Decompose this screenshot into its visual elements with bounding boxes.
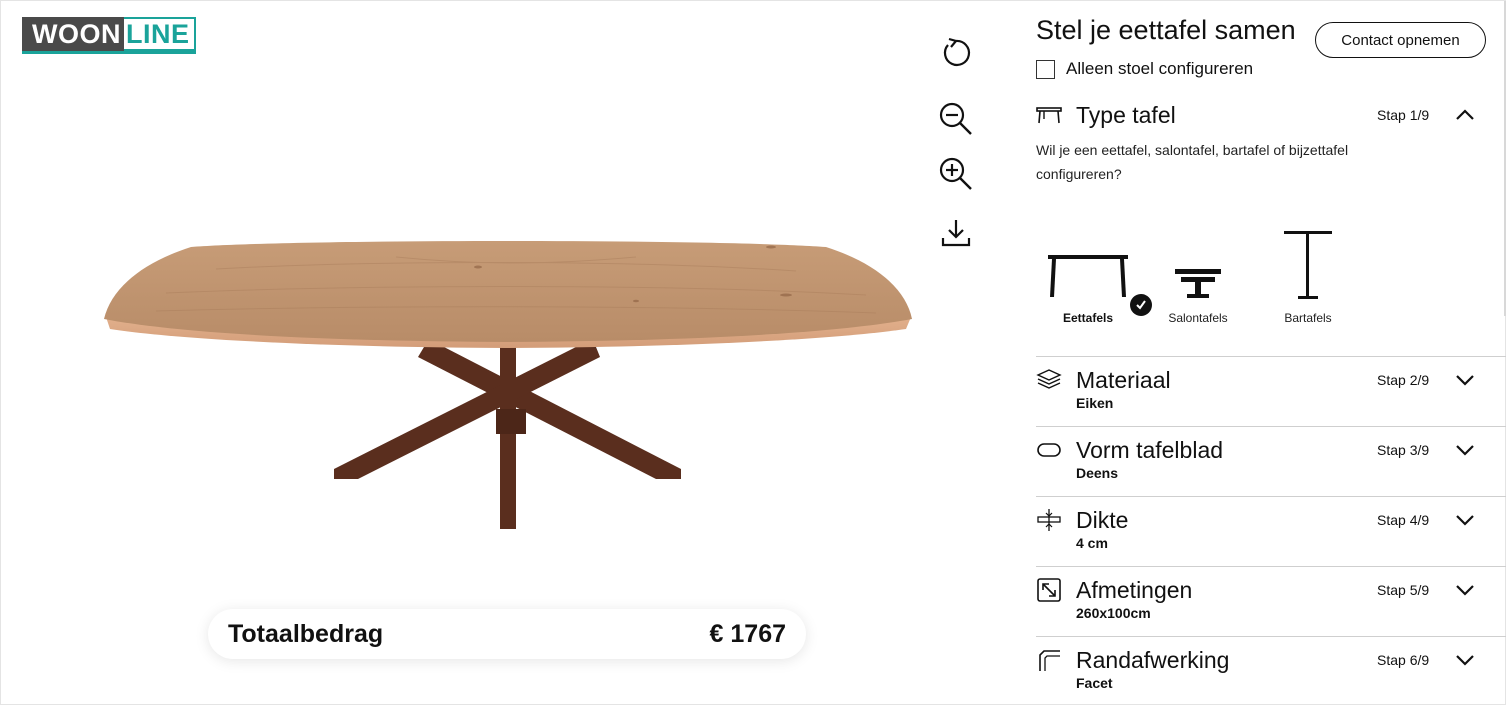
step-title: Materiaal [1076, 366, 1171, 393]
download-icon [941, 220, 971, 247]
oval-shape-icon [1037, 443, 1061, 457]
step-dikte[interactable]: Dikte Stap 4/9 4 cm [1036, 505, 1506, 551]
step-value: 4 cm [1076, 535, 1108, 551]
step-header[interactable]: Materiaal Stap 2/9 [1036, 365, 1506, 395]
chevron-down-icon[interactable] [1454, 439, 1476, 461]
step-randafwerking[interactable]: Randafwerking Stap 6/9 Facet [1036, 645, 1506, 691]
step-value: Eiken [1076, 395, 1114, 411]
step-value: Facet [1076, 675, 1113, 691]
download-button[interactable] [936, 212, 976, 252]
chevron-down-icon[interactable] [1454, 369, 1476, 391]
contact-button[interactable]: Contact opnemen [1315, 22, 1486, 58]
step-count: Stap 1/9 [1377, 107, 1430, 123]
logo-dark-part: WOON [22, 17, 124, 51]
step-count: Stap 3/9 [1377, 442, 1430, 458]
step-count: Stap 4/9 [1377, 512, 1430, 528]
option-bartafels[interactable]: Bartafels [1258, 219, 1358, 325]
chevron-down-icon[interactable] [1454, 579, 1476, 601]
step-header[interactable]: Dikte Stap 4/9 [1036, 505, 1506, 535]
option-label: Salontafels [1168, 311, 1228, 325]
chair-only-toggle[interactable]: Alleen stoel configureren [1036, 59, 1253, 79]
resize-icon [1037, 578, 1061, 602]
step-header[interactable]: Randafwerking Stap 6/9 [1036, 645, 1506, 675]
step-title: Afmetingen [1076, 576, 1193, 603]
step-count: Stap 5/9 [1377, 582, 1430, 598]
total-value: € 1767 [709, 619, 786, 648]
option-label: Eettafels [1062, 311, 1114, 325]
step-title: Randafwerking [1076, 646, 1230, 673]
step-count: Stap 2/9 [1377, 372, 1430, 388]
table-type-icon [1036, 107, 1062, 124]
total-label: Totaalbedrag [228, 619, 384, 648]
step-value: Deens [1076, 465, 1119, 481]
divider [1036, 636, 1506, 637]
chair-only-checkbox[interactable] [1036, 59, 1055, 79]
step-header[interactable]: Afmetingen Stap 5/9 [1036, 575, 1506, 605]
step-materiaal[interactable]: Materiaal Stap 2/9 Eiken [1036, 365, 1506, 411]
option-label: Bartafels [1284, 311, 1332, 325]
step-count: Stap 6/9 [1377, 652, 1430, 668]
zoom-out-icon [939, 102, 972, 135]
option-salontafels[interactable]: Salontafels [1148, 219, 1248, 325]
dining-table-icon [1048, 255, 1128, 297]
chevron-down-icon[interactable] [1454, 649, 1476, 671]
chevron-down-icon[interactable] [1454, 509, 1476, 531]
rotate-icon [943, 37, 971, 66]
step-header[interactable]: Vorm tafelblad Stap 3/9 [1036, 435, 1506, 465]
chevron-up-icon[interactable] [1454, 104, 1476, 126]
step-afmetingen[interactable]: Afmetingen Stap 5/9 260x100cm [1036, 575, 1506, 621]
layers-icon [1036, 369, 1062, 389]
divider [1036, 566, 1506, 567]
zoom-in-button[interactable] [936, 154, 976, 194]
bar-table-icon [1284, 231, 1332, 299]
spider-legs [334, 347, 681, 529]
divider [1036, 356, 1506, 357]
step-title: Vorm tafelblad [1076, 436, 1224, 463]
coffee-table-icon [1175, 269, 1221, 298]
step-value: 260x100cm [1076, 605, 1151, 621]
thickness-icon [1037, 509, 1061, 531]
zoom-in-icon [939, 157, 972, 190]
step-question: Wil je een eettafel, salontafel, bartafe… [1036, 142, 1349, 182]
step-title: Dikte [1076, 506, 1129, 533]
divider [1036, 496, 1506, 497]
chair-only-label: Alleen stoel configureren [1066, 59, 1254, 78]
option-eettafels[interactable]: Eettafels [1038, 219, 1138, 325]
step-type-tafel: Type tafel Stap 1/9 [1036, 100, 1506, 130]
edge-profile-icon [1039, 650, 1060, 671]
rotate-button[interactable] [936, 33, 976, 73]
logo-underline [22, 51, 196, 54]
step-title: Type tafel [1076, 101, 1176, 128]
table-3d-preview[interactable] [96, 229, 921, 539]
step-header[interactable]: Type tafel Stap 1/9 [1036, 100, 1506, 130]
step-vorm-tafelblad[interactable]: Vorm tafelblad Stap 3/9 Deens [1036, 435, 1506, 481]
zoom-out-button[interactable] [936, 99, 976, 139]
logo-light-part: LINE [124, 17, 196, 51]
panel-title: Stel je eettafel samen [1036, 15, 1296, 45]
total-price-bar: Totaalbedrag € 1767 [208, 609, 806, 659]
woonline-logo[interactable]: WOON LINE [22, 17, 196, 54]
configurator-page: WOON LINE Totaalbedrag € 1767 Stel je ee… [0, 0, 1506, 705]
divider [1036, 426, 1506, 427]
